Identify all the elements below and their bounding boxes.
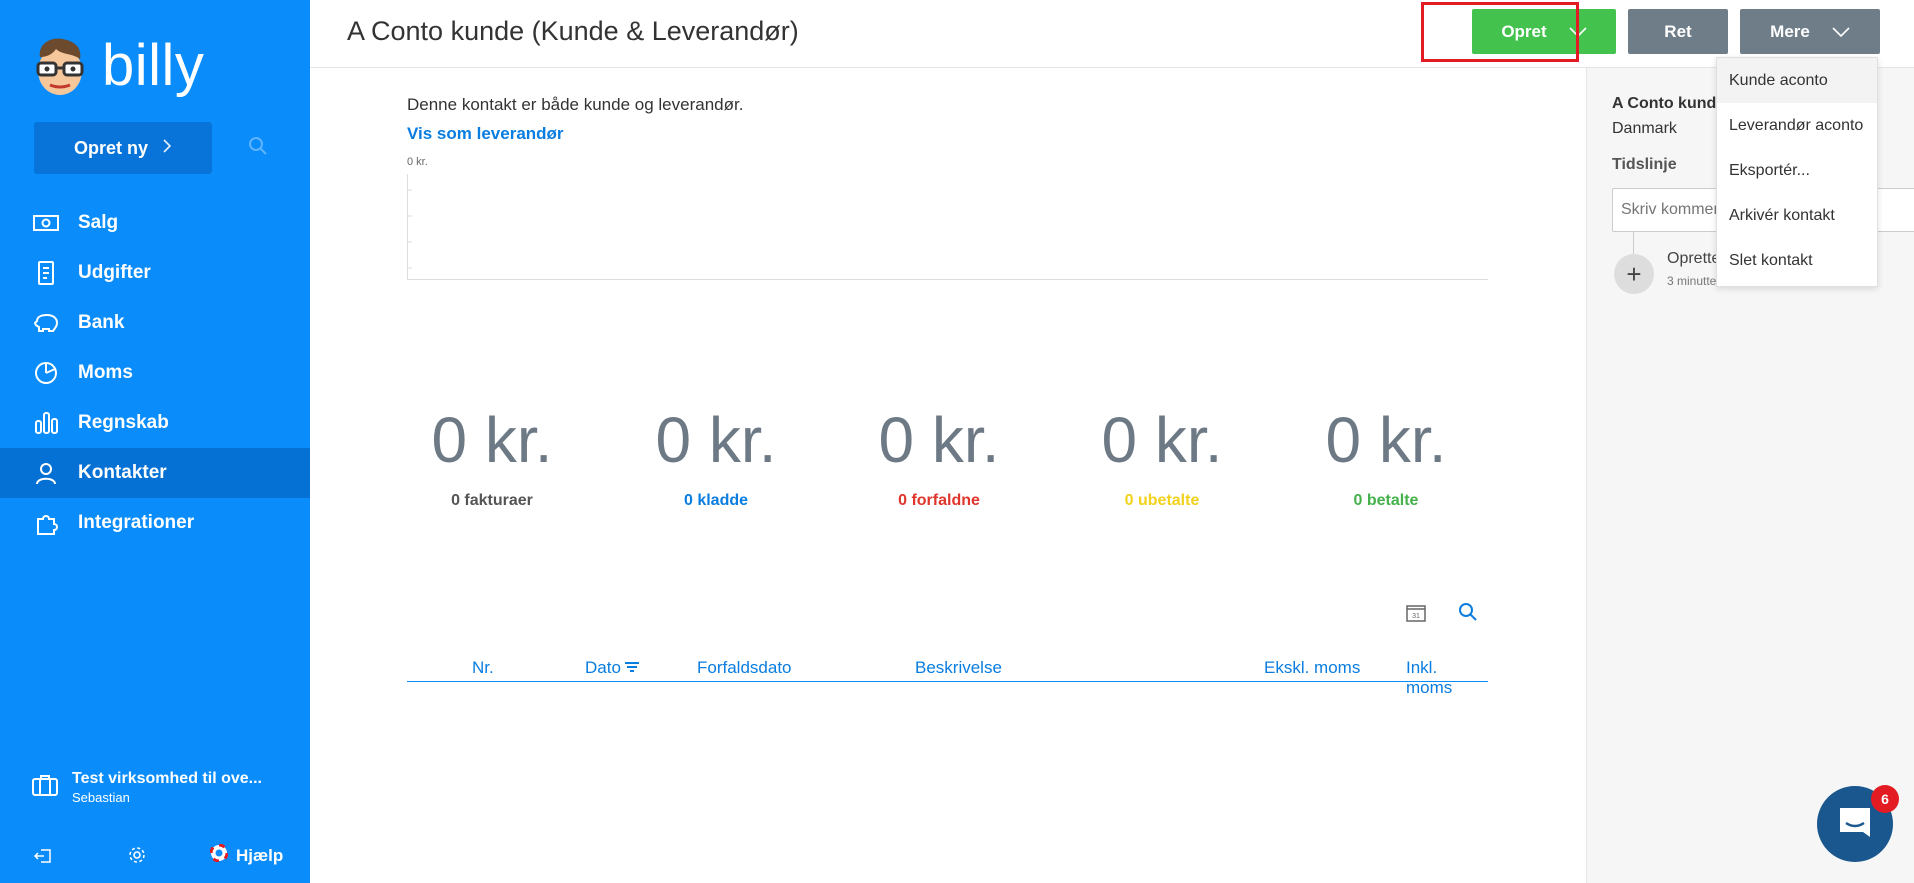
sidebar-item-label: Udgifter	[78, 262, 151, 283]
menu-item-kunde-aconto[interactable]: Kunde aconto	[1717, 58, 1877, 103]
contact-name: A Conto kunde	[1612, 95, 1726, 112]
help-label: Hjælp	[236, 845, 284, 865]
column-dato-label: Dato	[585, 658, 621, 677]
mere-highlight-box	[1421, 2, 1579, 62]
user-icon	[32, 459, 60, 487]
stat-label: 0 kladde	[683, 492, 749, 509]
timeline-line	[1633, 232, 1634, 254]
chevron-right-icon	[162, 138, 172, 159]
mere-dropdown-menu: Kunde aconto Leverandør aconto Eksportér…	[1716, 57, 1878, 287]
cash-icon	[32, 209, 60, 237]
sidebar-item-regnskab[interactable]: Regnskab	[0, 398, 310, 448]
pie-chart-icon	[32, 359, 60, 387]
sidebar-item-kontakter[interactable]: Kontakter	[0, 448, 310, 498]
mere-label: Mere	[1770, 21, 1810, 41]
receipt-icon	[32, 259, 60, 287]
sort-icon	[624, 658, 639, 678]
gear-icon[interactable]	[128, 846, 146, 869]
column-dato[interactable]: Dato	[585, 658, 639, 678]
sidebar: billy Opret ny Salg Udgifter Bank Moms R…	[0, 0, 310, 883]
calendar-icon-label: 31	[1412, 613, 1420, 620]
sidebar-bottom-bar: Hjælp	[0, 840, 310, 870]
sidebar-item-moms[interactable]: Moms	[0, 348, 310, 398]
logo[interactable]: billy	[32, 32, 204, 99]
sidebar-item-udgifter[interactable]: Udgifter	[0, 248, 310, 298]
sidebar-item-label: Salg	[78, 212, 119, 233]
search-icon[interactable]	[1458, 602, 1478, 627]
stat-forfaldne[interactable]: 0 kr. 0 forfaldne	[854, 408, 1024, 510]
logout-icon[interactable]	[33, 848, 52, 869]
sidebar-item-bank[interactable]: Bank	[0, 298, 310, 348]
sidebar-item-label: Kontakter	[78, 462, 167, 483]
column-beskrivelse[interactable]: Beskrivelse	[915, 658, 1002, 678]
chat-notification-badge: 6	[1871, 785, 1899, 813]
view-as-supplier-link[interactable]: Vis som leverandør	[407, 124, 564, 144]
menu-item-eksporter[interactable]: Eksportér...	[1717, 148, 1877, 193]
sidebar-item-label: Integrationer	[78, 512, 195, 533]
calendar-icon[interactable]: 31	[1406, 604, 1426, 627]
page-title: A Conto kunde (Kunde & Leverandør)	[347, 16, 799, 46]
briefcase-icon	[32, 774, 58, 801]
stat-betalte[interactable]: 0 kr. 0 betalte	[1301, 408, 1471, 510]
chart-area	[407, 174, 1488, 280]
chevron-down-icon	[1832, 22, 1850, 42]
stat-label: 0 ubetalte	[1124, 492, 1200, 509]
stat-value: 0 kr.	[431, 404, 553, 476]
sidebar-item-integrationer[interactable]: Integrationer	[0, 498, 310, 548]
mere-button[interactable]: Mere	[1740, 9, 1880, 54]
logo-face-icon	[32, 35, 88, 97]
menu-item-arkiver-kontakt[interactable]: Arkivér kontakt	[1717, 193, 1877, 238]
stat-label: 0 fakturaer	[451, 492, 533, 509]
company-switcher[interactable]: Test virksomhed til ove... Sebastian	[32, 770, 262, 805]
contact-country: Danmark	[1612, 120, 1677, 137]
column-ekskl-moms[interactable]: Ekskl. moms	[1264, 658, 1360, 678]
stat-ubetalte[interactable]: 0 kr. 0 ubetalte	[1077, 408, 1247, 510]
sidebar-nav: Salg Udgifter Bank Moms Regnskab Kontakt…	[0, 198, 310, 548]
piggy-bank-icon	[32, 309, 60, 337]
help-button[interactable]: Hjælp	[209, 843, 284, 867]
chat-icon	[1837, 805, 1873, 844]
search-icon[interactable]	[248, 136, 268, 161]
stats-row: 0 kr. 0 fakturaer 0 kr. 0 kladde 0 kr. 0…	[407, 408, 1527, 509]
page-header: A Conto kunde (Kunde & Leverandør) Opret…	[310, 0, 1914, 68]
sidebar-item-salg[interactable]: Salg	[0, 198, 310, 248]
company-name: Test virksomhed til ove...	[72, 770, 262, 787]
stat-label: 0 forfaldne	[898, 492, 980, 509]
stat-label: 0 betalte	[1353, 492, 1419, 509]
main-content: Denne kontakt er både kunde og leverandø…	[310, 68, 1586, 883]
menu-item-slet-kontakt[interactable]: Slet kontakt	[1717, 238, 1877, 283]
column-forfaldsdato[interactable]: Forfaldsdato	[697, 658, 792, 678]
sidebar-item-label: Regnskab	[78, 412, 169, 433]
ret-label: Ret	[1664, 21, 1692, 41]
sidebar-item-label: Moms	[78, 362, 133, 383]
stat-kladde[interactable]: 0 kr. 0 kladde	[631, 408, 801, 510]
menu-item-leverandoer-aconto[interactable]: Leverandør aconto	[1717, 103, 1877, 148]
stat-value: 0 kr.	[1325, 404, 1447, 476]
stat-value: 0 kr.	[1101, 404, 1223, 476]
logo-text: billy	[102, 33, 205, 98]
bar-chart-icon	[32, 409, 60, 437]
lifebuoy-icon	[209, 843, 229, 867]
revenue-chart: 0 kr.	[407, 156, 1488, 280]
sidebar-item-label: Bank	[78, 312, 125, 333]
create-new-button[interactable]: Opret ny	[34, 122, 212, 174]
create-new-label: Opret ny	[73, 137, 148, 158]
ret-button[interactable]: Ret	[1628, 9, 1728, 54]
column-inkl-moms[interactable]: Inkl. moms	[1406, 658, 1488, 698]
stat-fakturaer[interactable]: 0 kr. 0 fakturaer	[407, 408, 577, 510]
contact-description: Denne kontakt er både kunde og leverandø…	[407, 95, 744, 114]
puzzle-icon	[32, 509, 60, 537]
column-nr[interactable]: Nr.	[472, 658, 494, 678]
table-header: Nr. Dato Forfaldsdato Beskrivelse Ekskl.…	[407, 652, 1488, 697]
chart-y-label: 0 kr.	[407, 156, 428, 168]
timeline-label: Tidslinje	[1612, 156, 1677, 173]
plus-icon[interactable]: +	[1614, 254, 1654, 294]
company-user: Sebastian	[72, 790, 130, 805]
stat-value: 0 kr.	[655, 404, 777, 476]
stat-value: 0 kr.	[878, 404, 1000, 476]
